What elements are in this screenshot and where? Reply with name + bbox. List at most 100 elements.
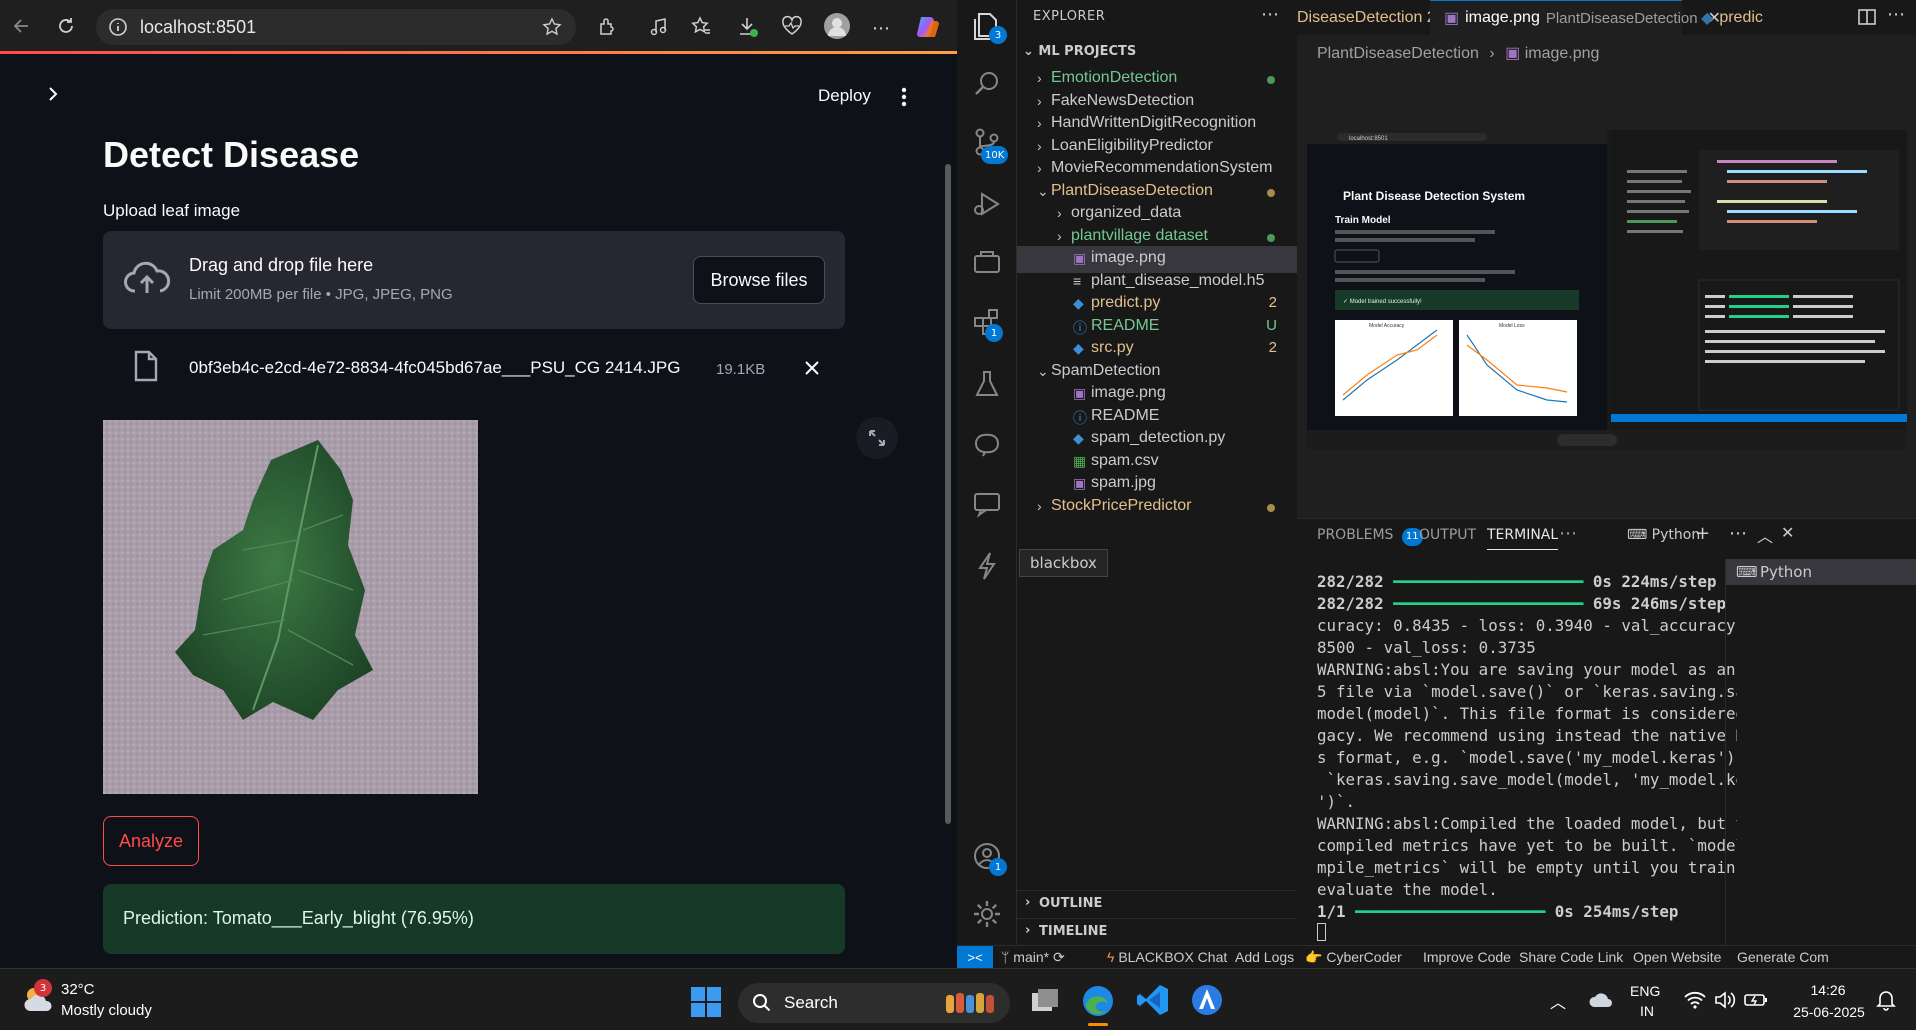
tab-predict[interactable]: ◆ predic [1689,0,1809,35]
address-bar[interactable]: localhost:8501 [96,9,576,45]
battery-icon[interactable] [1744,991,1768,1009]
tray-cloud-icon[interactable] [1588,989,1614,1009]
edge-browser-icon[interactable] [1080,983,1116,1026]
outline-section[interactable]: › OUTLINE [1017,890,1297,916]
outline-label: OUTLINE [1039,896,1103,911]
settings-gear-icon[interactable] [971,898,1003,930]
profile-avatar[interactable] [824,13,850,39]
analyze-button[interactable]: Analyze [103,816,199,866]
blackbox-chat-button[interactable]: ϟ BLACKBOX Chat [1107,949,1227,965]
remove-file-close-icon[interactable] [804,360,820,376]
app-icon-circle[interactable] [1190,983,1224,1017]
tab-image-png[interactable]: ▣ image.png PlantDiseaseDetection ✕ [1430,0,1721,35]
close-panel-icon[interactable]: ✕ [1781,523,1794,542]
copilot-icon[interactable] [914,13,942,41]
browse-files-button[interactable]: Browse files [693,256,825,304]
output-tab[interactable]: OUTPUT [1419,527,1476,543]
terminal-shell-selector[interactable]: ⌨ Python [1627,527,1700,543]
site-info-icon[interactable] [108,17,128,37]
chevron-right-icon[interactable]: › [1037,160,1042,176]
new-terminal-plus-icon[interactable]: + [1695,523,1710,544]
main-menu-icon[interactable] [901,87,907,107]
testing-flask-icon[interactable] [971,368,1003,400]
taskbar-search[interactable]: Search [738,983,1010,1023]
open-website-button[interactable]: Open Website [1633,949,1721,965]
clock-date[interactable]: 25-06-2025 [1786,1004,1872,1020]
tree-item-label: plant_disease_model.h5 [1091,271,1265,289]
run-debug-icon[interactable] [971,188,1003,220]
chevron-right-icon[interactable]: › [1037,498,1042,514]
panel-more-icon[interactable]: ⋯ [1559,523,1577,544]
windows-start-icon[interactable] [691,987,721,1017]
timeline-section[interactable]: › TIMELINE [1017,918,1297,944]
editor-more-icon[interactable]: ⋯ [1887,4,1905,25]
task-view-icon[interactable] [1030,987,1060,1015]
terminal-list-item[interactable]: ⌨ Python [1726,559,1916,585]
clock-time[interactable]: 14:26 [1796,982,1860,998]
chevron-right-icon[interactable]: › [1037,138,1042,154]
generate-commit-button[interactable]: Generate Com [1737,949,1829,965]
add-logs-button[interactable]: Add Logs [1235,949,1294,965]
sync-icon[interactable]: ⟳ [1053,949,1065,965]
search-icon[interactable] [971,68,1003,100]
maximize-panel-chevron-up-icon[interactable]: ︿ [1757,523,1773,547]
explorer-files-icon[interactable]: 3 [971,10,1007,44]
account-icon[interactable]: 1 [971,840,1007,876]
sidebar-expand-chevron-icon[interactable] [46,86,60,102]
remote-explorer-icon[interactable] [971,246,1003,278]
back-icon[interactable] [8,12,36,40]
extensions-icon[interactable]: 1 [971,306,1003,342]
branch-indicator[interactable]: ᛘ main* ⟳ [1001,949,1065,966]
notifications-bell-icon[interactable] [1876,989,1896,1011]
cybercoder-button[interactable]: 👉 CyberCoder [1305,949,1402,966]
terminal-tab[interactable]: TERMINAL [1487,527,1559,550]
blackbox-icon[interactable] [971,550,1003,582]
chevron-down-icon[interactable]: ⌄ [1037,183,1049,200]
share-code-link-button[interactable]: Share Code Link [1519,949,1623,965]
fullscreen-icon[interactable] [856,417,898,459]
breadcrumb-file[interactable]: image.png [1525,45,1600,62]
chevron-right-icon[interactable]: › [1037,115,1042,131]
workspace-root[interactable]: ⌄ ML PROJECTS [1023,44,1136,59]
improve-code-button[interactable]: Improve Code [1423,949,1511,965]
split-editor-icon[interactable] [1857,7,1877,27]
more-menu-icon[interactable]: ⋯ [872,18,890,39]
chevron-right-icon[interactable]: › [1057,205,1062,221]
uploaded-file-size: 19.1KB [716,361,766,378]
deploy-button[interactable]: Deploy [818,86,871,106]
page-scrollbar[interactable] [945,164,951,824]
tab-disease-detection[interactable]: DiseaseDetection 2 [1297,0,1436,35]
wifi-icon[interactable] [1684,991,1706,1009]
explorer-more-icon[interactable]: ⋯ [1261,4,1279,25]
favorites-icon[interactable] [690,15,712,37]
breadcrumb-folder[interactable]: PlantDiseaseDetection [1317,45,1479,62]
volume-icon[interactable] [1714,991,1736,1009]
favorite-star-icon[interactable] [542,17,562,37]
weather-temperature[interactable]: 32°C [61,981,95,998]
terminal-more-icon[interactable]: ⋯ [1729,523,1747,544]
chevron-right-icon[interactable]: › [1057,228,1062,244]
music-icon[interactable] [648,16,670,38]
modified-dot [1267,233,1275,242]
weather-description[interactable]: Mostly cloudy [61,1002,152,1019]
terminal-output[interactable]: 282/282 ━━━━━━━━━━━━━━━━━━━━ 0s 224ms/st… [1317,571,1737,941]
file-dropzone[interactable]: Drag and drop file here Limit 200MB per … [103,231,845,329]
chevron-down-icon[interactable]: ⌄ [1037,363,1049,380]
vscode-app-icon[interactable] [1136,983,1170,1017]
tray-chevron-up-icon[interactable]: ︿ [1550,989,1566,1013]
reload-icon[interactable] [52,12,80,40]
tree-folder[interactable]: › StockPricePredictor [1017,494,1297,521]
extensions-icon[interactable] [596,16,618,38]
chat-panel-icon[interactable] [971,488,1003,520]
problems-tab[interactable]: PROBLEMS 11 [1317,527,1423,546]
language-primary[interactable]: ENG [1630,983,1660,999]
weather-cloud-icon[interactable]: 3 [20,979,56,1015]
remote-indicator-icon[interactable]: >< [957,946,993,969]
performance-heart-icon[interactable] [780,15,804,37]
copilot-chat-icon[interactable] [971,428,1003,460]
chevron-right-icon[interactable]: › [1037,93,1042,109]
chevron-right-icon[interactable]: › [1037,70,1042,86]
language-region[interactable]: IN [1640,1003,1654,1019]
downloads-icon[interactable] [736,15,760,39]
source-control-icon[interactable]: 10K [971,126,1009,164]
